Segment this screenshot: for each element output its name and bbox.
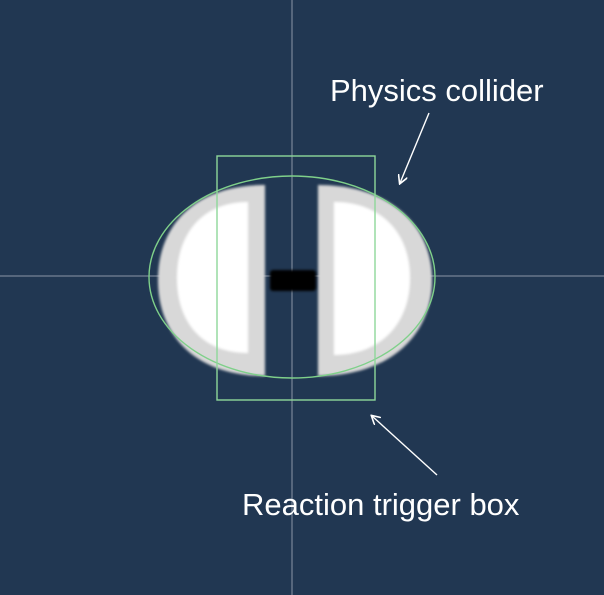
sprite-center-connector [270, 270, 316, 291]
scene-viewport: Physics collider Reaction trigger box [0, 0, 604, 595]
reaction-trigger-box-label: Reaction trigger box [242, 487, 520, 522]
sprite-left-half [158, 185, 265, 376]
physics-collider-arrow [400, 112, 430, 183]
physics-collider-label: Physics collider [330, 73, 544, 108]
reaction-trigger-box-arrow [372, 416, 438, 476]
